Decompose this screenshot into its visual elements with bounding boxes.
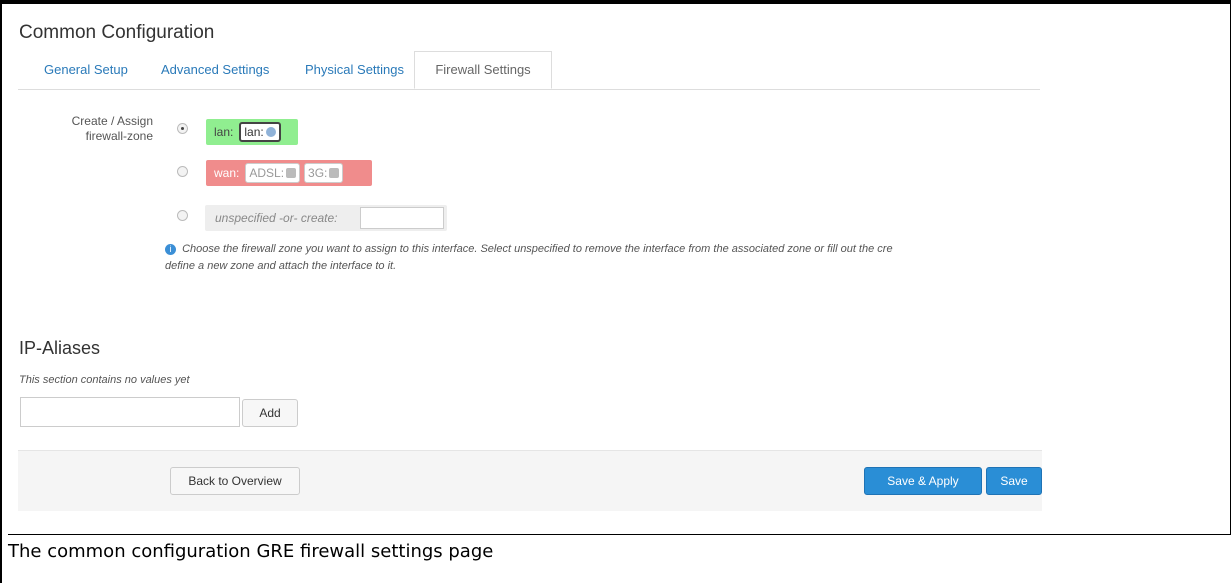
- zone-unspecified-row: unspecified -or- create:: [205, 205, 447, 231]
- firewall-zone-help: i Choose the firewall zone you want to a…: [165, 241, 1045, 275]
- ip-aliases-title: IP-Aliases: [19, 338, 101, 358]
- firewall-zone-label: Create / Assign firewall-zone: [53, 114, 153, 144]
- device-icon: [286, 168, 297, 178]
- info-icon: i: [165, 243, 176, 255]
- zone-wan-interface-3g: 3G:: [304, 163, 344, 183]
- tab-physical-settings[interactable]: Physical Settings: [289, 51, 420, 89]
- radio-zone-lan[interactable]: [177, 123, 188, 134]
- help-text-line2: define a new zone and attach the interfa…: [165, 260, 397, 272]
- zone-wan-name: wan:: [214, 166, 240, 180]
- add-alias-button[interactable]: Add: [242, 399, 298, 427]
- zone-wan-interface-adsl-label: ADSL:: [249, 166, 285, 180]
- ip-alias-input[interactable]: [20, 397, 240, 427]
- zone-wan-interface-3g-label: 3G:: [308, 166, 328, 180]
- zone-unspecified-label: unspecified -or- create:: [215, 211, 338, 225]
- figure-caption: The common configuration GRE firewall se…: [8, 541, 494, 562]
- zone-lan-name: lan:: [214, 125, 234, 139]
- form-footer: Back to Overview Save & Apply Save: [18, 450, 1042, 511]
- screenshot-panel: Common Configuration General Setup Advan…: [8, 4, 1231, 535]
- device-icon: [329, 168, 340, 178]
- radio-zone-unspecified[interactable]: [177, 210, 188, 221]
- ip-aliases-description: This section contains no values yet: [19, 374, 190, 386]
- zone-wan-interface-adsl: ADSL:: [245, 163, 301, 183]
- firewall-zone-label-line1: Create / Assign: [71, 114, 153, 128]
- new-zone-input[interactable]: [360, 207, 444, 229]
- page-title: Common Configuration: [19, 22, 215, 43]
- zone-lan-interface: lan:: [239, 122, 281, 142]
- back-to-overview-button[interactable]: Back to Overview: [170, 467, 300, 495]
- zone-wan-badge: wan: ADSL: 3G:: [206, 160, 372, 186]
- save-button[interactable]: Save: [986, 467, 1042, 495]
- save-apply-button[interactable]: Save & Apply: [864, 467, 982, 495]
- help-text-line1: Choose the firewall zone you want to ass…: [182, 243, 893, 255]
- network-icon: [265, 127, 276, 137]
- tab-general-setup[interactable]: General Setup: [28, 51, 144, 89]
- tab-advanced-settings[interactable]: Advanced Settings: [145, 51, 285, 89]
- firewall-zone-label-line2: firewall-zone: [85, 129, 153, 143]
- zone-lan-badge: lan: lan:: [206, 119, 298, 145]
- tab-firewall-settings[interactable]: Firewall Settings: [414, 51, 552, 89]
- tab-bar: General Setup Advanced Settings Physical…: [18, 51, 1040, 90]
- zone-lan-interface-label: lan:: [244, 125, 264, 139]
- radio-zone-wan[interactable]: [177, 166, 188, 177]
